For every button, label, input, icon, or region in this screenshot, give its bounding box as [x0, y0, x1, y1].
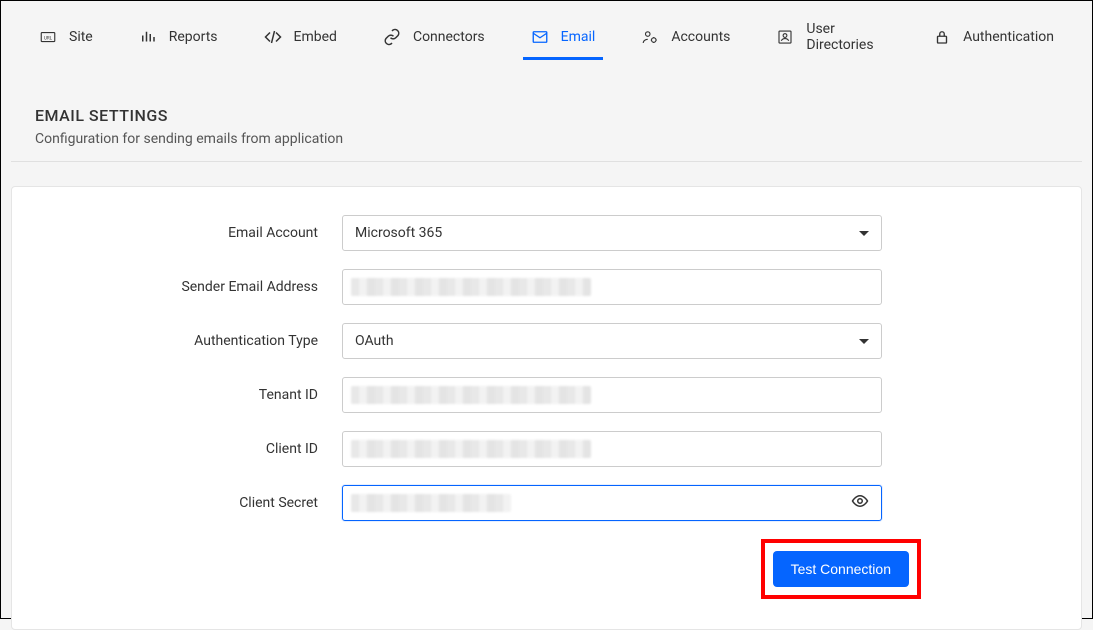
form-actions: Test Connection [52, 539, 1041, 599]
auth-type-select[interactable]: OAuth [342, 323, 882, 359]
link-icon [383, 28, 401, 46]
tab-site[interactable]: URL Site [35, 20, 97, 60]
client-secret-input[interactable] [342, 485, 882, 521]
email-account-label: Email Account [52, 225, 342, 241]
tab-label: Reports [169, 29, 218, 45]
email-account-select[interactable]: Microsoft 365 [342, 215, 882, 251]
tab-label: Embed [294, 29, 337, 45]
tab-user-directories[interactable]: User Directories [772, 13, 891, 67]
field-email-account: Email Account Microsoft 365 [52, 215, 1041, 251]
tab-connectors[interactable]: Connectors [379, 20, 489, 60]
url-icon: URL [39, 28, 57, 46]
tab-email[interactable]: Email [527, 20, 600, 60]
field-client-secret: Client Secret [52, 485, 1041, 521]
test-connection-button[interactable]: Test Connection [773, 551, 909, 587]
tab-label: Email [561, 29, 596, 45]
redacted-value [351, 440, 591, 458]
client-id-label: Client ID [52, 441, 342, 457]
select-value: OAuth [355, 333, 394, 349]
client-id-input[interactable] [342, 431, 882, 467]
tab-accounts[interactable]: Accounts [637, 20, 734, 60]
tab-embed[interactable]: Embed [260, 20, 341, 60]
auth-type-label: Authentication Type [52, 333, 342, 349]
client-secret-label: Client Secret [52, 495, 342, 511]
mail-icon [531, 28, 549, 46]
code-icon [264, 28, 282, 46]
tab-reports[interactable]: Reports [135, 20, 222, 60]
select-value: Microsoft 365 [355, 225, 442, 241]
redacted-value [351, 386, 591, 404]
caret-down-icon [859, 339, 869, 344]
tab-label: Accounts [671, 29, 730, 45]
tab-label: Site [69, 29, 93, 45]
redacted-value [351, 494, 511, 512]
tab-label: Connectors [413, 29, 485, 45]
field-client-id: Client ID [52, 431, 1041, 467]
section-header: EMAIL SETTINGS Configuration for sending… [11, 68, 1082, 162]
sender-email-input[interactable] [342, 269, 882, 305]
tab-authentication[interactable]: Authentication [929, 20, 1058, 60]
lock-icon [933, 28, 951, 46]
tenant-id-input[interactable] [342, 377, 882, 413]
settings-tabs: URL Site Reports Embed Connectors Email … [11, 1, 1082, 68]
caret-down-icon [859, 231, 869, 236]
directory-icon [776, 28, 794, 46]
highlight-annotation: Test Connection [761, 539, 921, 599]
field-tenant-id: Tenant ID [52, 377, 1041, 413]
svg-text:URL: URL [44, 35, 53, 41]
bar-chart-icon [139, 28, 157, 46]
tab-label: Authentication [963, 29, 1054, 45]
email-settings-form: Email Account Microsoft 365 Sender Email… [11, 186, 1082, 630]
tenant-id-label: Tenant ID [52, 387, 342, 403]
page-title: EMAIL SETTINGS [35, 106, 1058, 125]
sender-email-label: Sender Email Address [52, 279, 342, 295]
page-description: Configuration for sending emails from ap… [35, 131, 1058, 147]
show-password-icon[interactable] [851, 492, 869, 514]
field-auth-type: Authentication Type OAuth [52, 323, 1041, 359]
user-gear-icon [641, 28, 659, 46]
field-sender-email: Sender Email Address [52, 269, 1041, 305]
tab-label: User Directories [806, 21, 887, 53]
redacted-value [351, 278, 591, 296]
